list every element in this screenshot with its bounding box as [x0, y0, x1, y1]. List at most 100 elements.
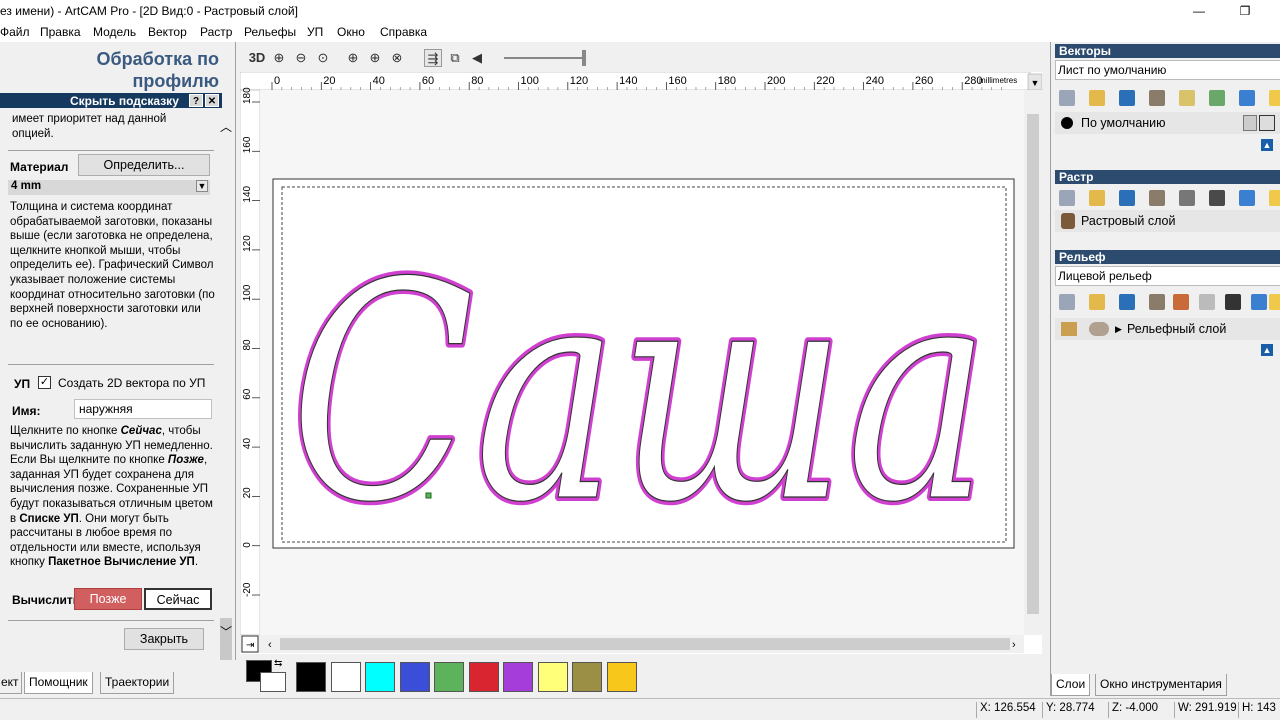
canvas-drawing[interactable]: 0 20 40 60 80 100 120 140 160 180 200 220 240 260 280 … [240, 72, 1042, 654]
material-thickness[interactable]: 4 mm ▼ [8, 180, 210, 195]
new-layer-icon[interactable] [1059, 90, 1075, 106]
expand-icon[interactable]: ▶ [1115, 318, 1122, 340]
bulb-icon[interactable] [1269, 90, 1280, 106]
blend-slider-handle[interactable] [582, 50, 586, 66]
scroll-up-icon[interactable]: ︿ [220, 118, 232, 135]
name-input[interactable] [74, 399, 212, 419]
relief-view-icon[interactable] [1225, 294, 1241, 310]
relief-bulb-icon[interactable] [1269, 294, 1280, 310]
relief-move-up-icon[interactable]: ▲ [1261, 344, 1273, 356]
color-swatch[interactable] [606, 662, 637, 692]
menu-file[interactable]: Файл [0, 25, 30, 39]
color-swatch[interactable] [537, 662, 568, 692]
zoom-box-icon[interactable]: ⊗ [388, 49, 406, 67]
open-relief-icon[interactable] [1089, 294, 1105, 310]
ruler-y-label: 100 [242, 284, 253, 301]
vector-layer-row[interactable]: По умолчанию [1055, 112, 1280, 134]
save-raster-icon[interactable] [1119, 190, 1135, 206]
menu-help[interactable]: Справка [380, 25, 427, 39]
color-swatch[interactable] [468, 662, 499, 692]
relief-eye-icon[interactable] [1061, 322, 1077, 336]
tab-toolbox[interactable]: Окно инструментария [1095, 674, 1227, 696]
import-raster-icon[interactable]: ⇶ [424, 49, 442, 67]
tab-project[interactable]: ект [0, 672, 22, 694]
dropdown-arrow-icon[interactable]: ▼ [196, 180, 208, 192]
secondary-color[interactable] [260, 672, 286, 692]
new-raster-icon[interactable] [1059, 190, 1075, 206]
raster-layer-row[interactable]: Растровый слой [1055, 210, 1280, 232]
menu-model[interactable]: Модель [93, 25, 136, 39]
copy-icon[interactable] [1179, 90, 1195, 106]
ruler-x-label: 40 [373, 75, 385, 87]
merge-relief-icon[interactable] [1149, 294, 1165, 310]
merge-icon[interactable] [1149, 90, 1165, 106]
blend-slider-track[interactable] [504, 57, 584, 59]
menu-edit[interactable]: Правка [40, 25, 81, 39]
scroll-down-icon[interactable]: ﹀ [220, 623, 232, 640]
open-raster-icon[interactable] [1089, 190, 1105, 206]
delete-raster-icon[interactable] [1239, 190, 1255, 206]
tab-toolpaths[interactable]: Траектории [100, 672, 175, 694]
restore-button[interactable]: ❐ [1230, 2, 1260, 20]
now-button[interactable]: Сейчас [144, 588, 212, 610]
close-icon[interactable]: ✕ [205, 94, 219, 107]
minimize-button[interactable]: — [1184, 2, 1214, 20]
hide-hint-label[interactable]: Скрыть подсказку [70, 94, 179, 108]
image-icon[interactable] [1209, 190, 1225, 206]
relief-combine-icon[interactable] [1173, 294, 1189, 310]
menu-toolpaths[interactable]: УП [307, 25, 323, 39]
relief-image-icon[interactable] [1199, 294, 1215, 310]
new-relief-icon[interactable] [1059, 294, 1075, 310]
zoom-previous-icon[interactable]: ⊕ [344, 49, 362, 67]
divider [8, 150, 214, 151]
menu-window[interactable]: Окно [337, 25, 365, 39]
view-3d-button[interactable]: 3D [246, 49, 268, 67]
menu-reliefs[interactable]: Рельефы [244, 25, 296, 39]
ruler-vertical [240, 89, 261, 636]
lock-icon[interactable] [1243, 115, 1257, 131]
panel-scrollbar[interactable]: ︿ ﹀ [218, 108, 234, 660]
relief-select[interactable]: Лицевой рельеф [1055, 266, 1280, 286]
relief-layer-row[interactable]: ▶ Рельефный слой [1055, 318, 1280, 340]
drawing-canvas[interactable]: 0 20 40 60 80 100 120 140 160 180 200 220 240 260 280 … [240, 72, 1042, 654]
tab-assistant[interactable]: Помощник [24, 672, 93, 694]
color-swatch[interactable] [434, 662, 464, 692]
layer-color-icon[interactable] [1061, 117, 1073, 129]
color-swatch[interactable] [399, 662, 430, 692]
tab-layers[interactable]: Слои [1051, 674, 1091, 696]
later-button[interactable]: Позже [74, 588, 142, 610]
ruler-y-label: -20 [242, 582, 253, 597]
menu-vector[interactable]: Вектор [148, 25, 187, 39]
swap-colors-icon[interactable]: ⇆ [274, 658, 282, 669]
open-icon[interactable] [1089, 90, 1105, 106]
raster-bulb-icon[interactable] [1269, 190, 1280, 206]
color-swatch[interactable] [572, 662, 602, 692]
create-2d-checkbox[interactable]: ✓ [38, 376, 51, 389]
zoom-fit-icon[interactable]: ⊙ [314, 49, 332, 67]
ruler-y-label: 80 [242, 339, 253, 351]
color-swatch[interactable] [365, 662, 395, 692]
move-up-icon[interactable]: ▲ [1261, 139, 1273, 151]
color-swatch[interactable] [503, 662, 533, 692]
vector-sheet-select[interactable]: Лист по умолчанию [1055, 60, 1280, 80]
save-relief-icon[interactable] [1119, 294, 1135, 310]
delete-relief-icon[interactable] [1251, 294, 1267, 310]
color-icon[interactable] [1209, 90, 1225, 106]
help-icon[interactable]: ? [189, 94, 203, 107]
define-button[interactable]: Определить... [78, 154, 210, 176]
color-swatch[interactable] [330, 662, 361, 692]
delete-icon[interactable] [1239, 90, 1255, 106]
zoom-in-icon[interactable]: ⊕ [270, 49, 288, 67]
zoom-out-icon[interactable]: ⊖ [292, 49, 310, 67]
menu-raster[interactable]: Растр [200, 25, 232, 39]
edit-icon[interactable] [1259, 115, 1275, 131]
zoom-selection-icon[interactable]: ⊕ [366, 49, 384, 67]
merge-raster-icon[interactable] [1149, 190, 1165, 206]
layer-icon[interactable]: ⧉ [446, 49, 464, 67]
sound-icon[interactable]: ◀ [468, 49, 486, 67]
blend-icon[interactable] [1179, 190, 1195, 206]
color-swatch[interactable] [296, 662, 326, 692]
close-button[interactable]: Закрыть [124, 628, 204, 650]
save-icon[interactable] [1119, 90, 1135, 106]
canvas-hscroll-thumb [280, 638, 1010, 650]
